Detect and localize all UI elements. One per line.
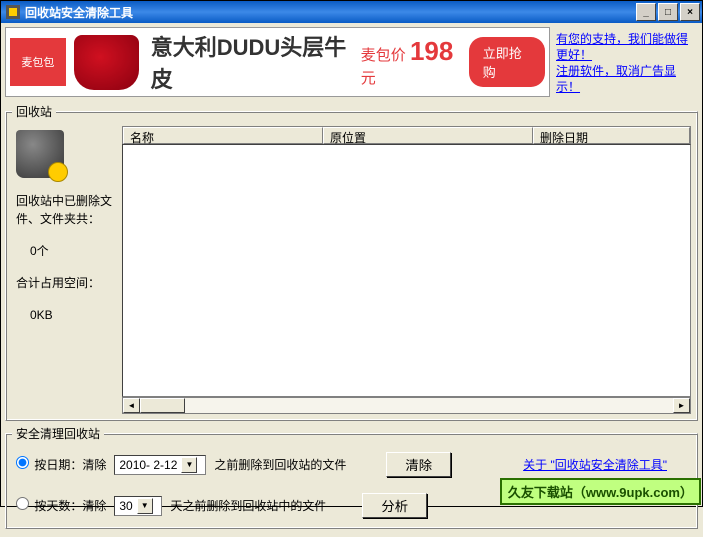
recycle-bin-icon [16,130,64,178]
ad-price-unit: 元 [361,70,376,87]
deleted-label-1: 回收站中已删除文 [16,192,118,210]
recycle-group: 回收站 回收站中已删除文 件、文件夹共： 0个 合计占用空间： 0KB 名称 原… [5,103,698,421]
by-days-radio[interactable] [16,497,29,510]
scroll-left-button[interactable]: ◄ [123,398,140,413]
scroll-right-button[interactable]: ► [673,398,690,413]
ad-price-number: 198 [410,36,453,66]
analyze-button[interactable]: 分析 [362,493,427,518]
app-icon [5,4,21,20]
by-date-option[interactable]: 按日期：清除 [16,456,106,473]
days-combo[interactable]: 30 ▼ [114,496,162,516]
list-body[interactable] [122,144,691,397]
minimize-button[interactable]: _ [636,3,656,21]
ad-logo: 麦包包 [10,38,66,86]
scroll-track[interactable] [185,398,673,413]
ad-side-links: 有您的支持，我们能做得更好！ 注册软件，取消广告显示！ [550,27,698,97]
days-value: 30 [119,499,132,513]
ad-product-image [74,35,139,90]
maximize-button[interactable]: □ [658,3,678,21]
clear-button[interactable]: 清除 [386,452,451,477]
deleted-label-2: 件、文件夹共： [16,210,118,228]
ad-banner[interactable]: 麦包包 意大利DUDU头层牛皮 麦包价 198 元 立即抢购 [5,27,550,97]
chevron-down-icon[interactable]: ▼ [181,457,197,473]
column-location[interactable]: 原位置 [323,127,533,144]
size-label: 合计占用空间： [16,274,118,292]
by-days-label: 按天数：清除 [34,499,106,513]
column-date[interactable]: 删除日期 [533,127,690,144]
days-suffix: 天之前删除到回收站中的文件 [170,497,326,514]
list-header: 名称 原位置 删除日期 [122,126,691,144]
watermark: 久友下载站（www.9upk.com） [500,478,701,505]
about-link[interactable]: 关于 "回收站安全清除工具" [523,456,687,473]
ad-price-label: 麦包价 [361,47,406,64]
ad-text: 意大利DUDU头层牛皮 [151,30,353,94]
by-days-option[interactable]: 按天数：清除 [16,497,106,514]
clean-legend: 安全清理回收站 [12,425,104,442]
recycle-legend: 回收站 [12,103,56,120]
scroll-thumb[interactable] [140,398,185,413]
column-name[interactable]: 名称 [123,127,323,144]
ad-area: 麦包包 意大利DUDU头层牛皮 麦包价 198 元 立即抢购 有您的支持，我们能做… [5,27,698,97]
clean-group: 安全清理回收站 按日期：清除 2010- 2-12 ▼ 之前删除到回收站的文件 … [5,425,698,529]
close-button[interactable]: × [680,3,700,21]
by-date-label: 按日期：清除 [34,458,106,472]
stats-panel: 回收站中已删除文 件、文件夹共： 0个 合计占用空间： 0KB [12,126,122,414]
chevron-down-icon[interactable]: ▼ [137,498,153,514]
file-list: 名称 原位置 删除日期 ◄ ► [122,126,691,414]
size-value: 0KB [16,306,118,324]
register-link[interactable]: 注册软件，取消广告显示！ [556,63,692,95]
support-link[interactable]: 有您的支持，我们能做得更好！ [556,31,692,63]
deleted-count: 0个 [16,242,118,260]
window-title: 回收站安全清除工具 [25,4,636,21]
title-bar: 回收站安全清除工具 _ □ × [1,1,702,23]
ad-price: 麦包价 198 元 [361,36,461,88]
horizontal-scrollbar[interactable]: ◄ ► [122,397,691,414]
by-date-radio[interactable] [16,456,29,469]
date-value: 2010- 2-12 [119,458,177,472]
ad-buy-button[interactable]: 立即抢购 [469,37,545,87]
date-suffix: 之前删除到回收站的文件 [214,456,346,473]
date-combo[interactable]: 2010- 2-12 ▼ [114,455,206,475]
